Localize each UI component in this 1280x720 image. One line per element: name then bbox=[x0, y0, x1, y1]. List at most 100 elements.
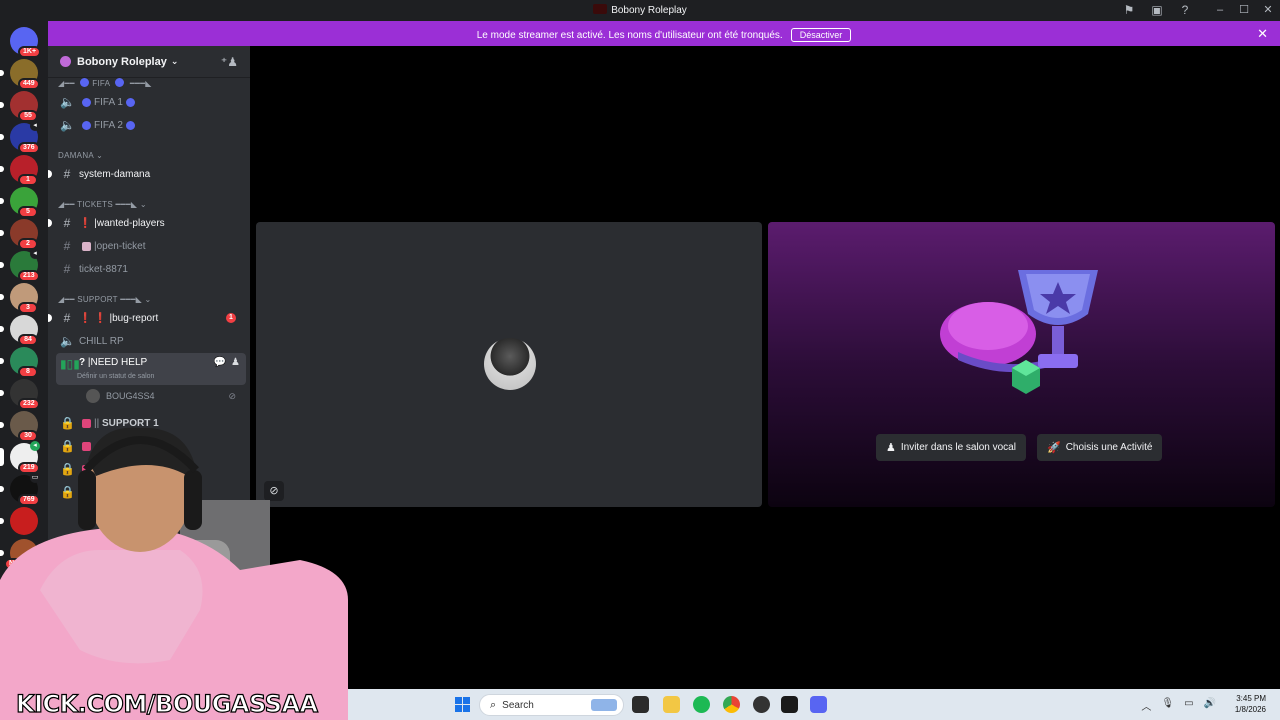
invite-icon[interactable]: ♟ bbox=[231, 357, 240, 368]
text-channel-wanted-players[interactable]: # ❗ | wanted-players bbox=[48, 212, 246, 234]
disable-streamer-mode-button[interactable]: Désactiver bbox=[790, 28, 852, 42]
text-channel-bug-report[interactable]: # ❗ ❗ | bug-report 1 bbox=[48, 307, 246, 329]
app-logo-icon bbox=[593, 4, 608, 14]
screen-icon[interactable]: ▣ bbox=[1150, 3, 1164, 17]
add-member-icon[interactable]: ⁺♟ bbox=[221, 55, 238, 69]
close-notice-icon[interactable]: ✕ bbox=[1257, 26, 1268, 42]
muted-mic-icon: ⊘ bbox=[228, 390, 236, 401]
soccer-ball-icon bbox=[80, 78, 90, 87]
speaker-icon: 🔈 bbox=[60, 334, 75, 348]
chrome-icon[interactable] bbox=[723, 696, 740, 713]
help-icon[interactable]: ? bbox=[1178, 3, 1192, 17]
hash-icon: # bbox=[63, 216, 71, 230]
streamer-mode-notice: Le mode streamer est activé. Les noms d'… bbox=[48, 21, 1280, 46]
obs-icon[interactable] bbox=[753, 696, 770, 713]
voice-connected-icon: ▮▯▮ bbox=[60, 357, 80, 371]
trophy-illustration bbox=[940, 270, 1098, 394]
search-icon: ⌕ bbox=[490, 698, 497, 711]
server-icon[interactable]: ◂ 376 bbox=[0, 121, 40, 154]
voice-member-item[interactable]: BOUG4SS4 ⊘ bbox=[56, 385, 246, 407]
file-explorer-icon[interactable] bbox=[663, 696, 680, 713]
webcam-overlay bbox=[0, 427, 348, 720]
server-icon[interactable]: ◂ 213 bbox=[0, 249, 40, 282]
clock-date: 1/8/2026 bbox=[1234, 705, 1266, 714]
choose-activity-button[interactable]: 🚀 Choisis une Activité bbox=[1037, 434, 1163, 461]
category-tickets[interactable]: ◢━━ TICKETS ━━━◣ ⌄ bbox=[58, 200, 147, 209]
os-taskbar: ⌕ Search ︿ 🎙 ▭ 🔊 3:45 PM 1/8/2026 bbox=[348, 689, 1280, 720]
server-icon[interactable]: 55 bbox=[0, 91, 38, 122]
network-icon[interactable]: ▭ bbox=[1184, 698, 1193, 713]
speaker-locked-icon: 🔈 bbox=[60, 95, 75, 109]
soccer-ball-icon bbox=[82, 120, 91, 130]
hash-icon: # bbox=[63, 262, 71, 276]
terminal-icon[interactable] bbox=[781, 696, 798, 713]
voice-channel-fifa1[interactable]: 🔈 FIFA 1 bbox=[56, 91, 246, 113]
server-icon[interactable]: 449 bbox=[0, 59, 40, 90]
add-person-icon: ♟ bbox=[886, 442, 896, 454]
voice-channel-fifa2[interactable]: 🔈 FIFA 2 bbox=[56, 114, 246, 136]
mention-badge: 1 bbox=[226, 313, 236, 323]
taskbar-search[interactable]: ⌕ Search bbox=[479, 694, 624, 716]
maximize-button[interactable]: ☐ bbox=[1232, 0, 1256, 21]
microphone-icon[interactable]: 🎙 bbox=[1161, 698, 1174, 713]
hash-icon: # bbox=[63, 167, 71, 181]
search-highlight-icon bbox=[591, 699, 617, 711]
soccer-ball-icon bbox=[125, 120, 135, 130]
volume-icon[interactable]: 🔊 bbox=[1204, 698, 1216, 713]
server-icon[interactable]: 2 bbox=[0, 219, 38, 250]
discord-icon[interactable] bbox=[810, 696, 827, 713]
title-bar: Bobony Roleplay ⚑ ▣ ? – ☐ ✕ bbox=[0, 0, 1280, 21]
server-icon[interactable]: 8 bbox=[0, 347, 38, 378]
soccer-ball-icon bbox=[125, 97, 135, 107]
exclamation-icon: ❗ bbox=[79, 312, 92, 324]
exclamation-icon: ❗ bbox=[79, 217, 92, 229]
activity-tile: ♟ Inviter dans le salon vocal 🚀 Choisis un… bbox=[768, 222, 1275, 507]
speaker-locked-icon: 🔈 bbox=[60, 118, 75, 132]
chat-bubble-icon[interactable]: 💬 bbox=[214, 357, 226, 368]
voice-channel-chill-rp[interactable]: 🔈 CHILL RP bbox=[56, 330, 246, 352]
voice-icon: ◂ bbox=[30, 121, 40, 131]
kick-overlay-text: KICK.COM/BOUGASSAA bbox=[15, 689, 318, 718]
avatar bbox=[86, 389, 100, 403]
clock-time: 3:45 PM bbox=[1236, 694, 1266, 703]
soccer-ball-icon bbox=[82, 97, 91, 107]
close-window-button[interactable]: ✕ bbox=[1256, 0, 1280, 21]
channel-status-hint[interactable]: Définir un statut de salon bbox=[77, 373, 154, 380]
mailbox-icon bbox=[82, 241, 91, 251]
voice-channel-need-help[interactable]: ▮▯▮? | NEED HELP 💬 ♟ Définir un statut de… bbox=[56, 353, 246, 385]
invite-to-voice-button[interactable]: ♟ Inviter dans le salon vocal bbox=[876, 434, 1026, 461]
chevron-up-icon[interactable]: ︿ bbox=[1141, 698, 1151, 713]
server-icon[interactable]: 5 bbox=[0, 187, 38, 218]
window-title-text: Bobony Roleplay bbox=[611, 5, 687, 16]
soccer-ball-icon bbox=[115, 78, 125, 87]
taskview-icon[interactable] bbox=[632, 696, 649, 713]
voice-icon: ◂ bbox=[30, 249, 40, 259]
home-button[interactable]: 1K+ bbox=[10, 27, 42, 58]
hash-icon: # bbox=[63, 239, 71, 253]
question-icon: ? bbox=[79, 357, 86, 368]
server-icon[interactable]: 232 bbox=[0, 379, 40, 410]
flag-icon[interactable]: ⚑ bbox=[1122, 3, 1136, 17]
category-fifa[interactable]: ◢━━ FIFA ━━━◣ bbox=[58, 78, 152, 88]
server-icon[interactable]: 3 bbox=[0, 283, 38, 314]
text-channel-ticket-8871[interactable]: # ticket-8871 bbox=[56, 258, 246, 280]
start-button[interactable] bbox=[455, 697, 471, 713]
text-channel-system-damana[interactable]: # system-damana bbox=[48, 163, 246, 185]
category-damana[interactable]: DAMANA ⌄ bbox=[58, 151, 103, 160]
notice-text: Le mode streamer est activé. Les noms d'… bbox=[476, 30, 783, 41]
category-support[interactable]: ◢━━ SUPPORT ━━━◣ ⌄ bbox=[58, 295, 152, 304]
server-icon[interactable]: 84 bbox=[0, 315, 38, 346]
home-badge: 1K+ bbox=[18, 46, 42, 58]
server-name: Bobony Roleplay bbox=[77, 55, 167, 68]
minimize-button[interactable]: – bbox=[1208, 0, 1232, 21]
hash-icon: # bbox=[63, 311, 71, 325]
rocket-icon: 🚀 bbox=[1047, 442, 1061, 454]
server-header[interactable]: Bobony Roleplay ⌄ ⁺♟ bbox=[48, 46, 250, 78]
text-channel-open-ticket[interactable]: # | open-ticket bbox=[56, 235, 246, 257]
server-avatar-icon bbox=[60, 56, 71, 67]
system-clock[interactable]: 3:45 PM 1/8/2026 bbox=[1235, 693, 1266, 715]
server-icon[interactable]: 1 bbox=[0, 155, 38, 186]
spotify-icon[interactable] bbox=[693, 696, 710, 713]
chevron-down-icon: ⌄ bbox=[170, 56, 179, 66]
window-title: Bobony Roleplay bbox=[0, 4, 1280, 16]
